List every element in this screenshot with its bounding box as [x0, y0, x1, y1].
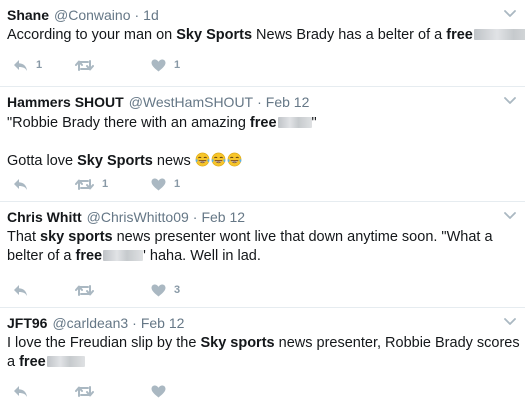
like-button[interactable]: 3 [151, 284, 180, 297]
tweet[interactable]: Hammers SHOUT @WestHamSHOUT · Feb 12 "Ro… [0, 86, 525, 201]
reply-icon [14, 284, 27, 296]
highlighted-term: sky sports [40, 229, 113, 245]
redacted-word [473, 29, 525, 40]
reply-button[interactable]: 1 [13, 59, 75, 72]
tweet-actions: 3 [13, 281, 180, 299]
text-segment: news presenter, Robbie Brady scores [274, 335, 520, 351]
reply-button[interactable] [13, 385, 75, 398]
text-segment: " [311, 115, 317, 131]
redacted-word [46, 356, 85, 367]
retweet-button[interactable] [75, 385, 151, 398]
like-button[interactable]: 1 [151, 59, 180, 72]
like-icon [151, 59, 166, 71]
like-icon [151, 284, 166, 296]
author-name[interactable]: JFT96 [7, 314, 47, 332]
author-name[interactable]: Shane [7, 6, 49, 24]
highlighted-term: free [249, 115, 277, 131]
tweet-text-line: I love the Freudian slip by the Sky spor… [7, 334, 525, 353]
author-name[interactable]: Hammers SHOUT [7, 93, 124, 111]
text-segment: I love the Freudian slip by the [7, 335, 201, 351]
reply-button[interactable] [13, 284, 75, 297]
tweet-text-line: That sky sports news presenter wont live… [7, 228, 525, 247]
tweet-text: That sky sports news presenter wont live… [7, 228, 525, 266]
tears-of-joy-emoji [211, 152, 226, 167]
caret-down-icon[interactable] [503, 6, 517, 20]
like-icon [151, 385, 166, 397]
text-segment: news [152, 153, 195, 169]
retweet-count: 1 [102, 178, 109, 190]
tweet-text-line: a free [7, 353, 525, 372]
tears-of-joy-emoji [227, 152, 242, 167]
author-handle[interactable]: @Conwaino [54, 6, 130, 24]
separator-dot: · [132, 315, 137, 331]
retweet-button[interactable]: 1 [75, 178, 151, 191]
tweet[interactable]: Chris Whitt @ChrisWhitto09 · Feb 12 That… [0, 201, 525, 307]
author-handle[interactable]: @carldean3 [52, 314, 128, 332]
redacted-word [103, 250, 144, 261]
text-segment: news presenter wont live that down anyti… [112, 229, 493, 245]
separator-dot: · [192, 209, 198, 225]
tweet-timestamp[interactable]: 1d [143, 6, 159, 24]
tweet-text: According to your man on Sky Sports News… [7, 26, 525, 45]
retweet-icon [75, 385, 94, 397]
text-segment: That [7, 229, 41, 245]
text-segment: belter of a [7, 248, 76, 264]
text-segment: "Robbie Brady there with an amazing [7, 115, 250, 131]
separator-dot: · [257, 94, 262, 110]
highlighted-term: Sky sports [200, 335, 275, 351]
tweet-text: I love the Freudian slip by the Sky spor… [7, 334, 525, 372]
text-segment: Gotta love [7, 153, 78, 169]
retweet-icon [75, 284, 94, 296]
tweet-text: "Robbie Brady there with an amazing free… [7, 114, 525, 171]
highlighted-term: Sky Sports [176, 27, 253, 43]
reply-icon [14, 385, 27, 397]
tweet[interactable]: JFT96 @carldean3 · Feb 12 I love the Fre… [0, 307, 525, 407]
caret-down-icon[interactable] [503, 208, 517, 222]
redacted-word [277, 117, 312, 128]
like-count: 3 [174, 284, 181, 296]
author-handle[interactable]: @WestHamSHOUT [129, 93, 253, 111]
tweet[interactable]: Shane @Conwaino · 1d According to your m… [0, 0, 525, 86]
reply-count: 1 [36, 59, 43, 71]
tweet-timestamp[interactable]: Feb 12 [141, 314, 185, 332]
tweet-actions: 1 1 [13, 56, 180, 74]
tweet-text-line [7, 133, 525, 152]
like-button[interactable] [151, 385, 174, 398]
text-segment: ' haha. Well in lad. [143, 248, 261, 264]
like-icon [151, 178, 166, 190]
tweet-text-line: "Robbie Brady there with an amazing free… [7, 114, 525, 133]
reply-icon [14, 178, 27, 190]
retweet-button[interactable] [75, 59, 151, 72]
tears-of-joy-emoji [195, 152, 210, 167]
search-results-feed: Shane @Conwaino · 1d According to your m… [0, 0, 525, 407]
text-segment: News Brady has a belter of a [252, 27, 447, 43]
tweet-text-line: belter of a free ' haha. Well in lad. [7, 247, 525, 266]
tweet-text-line: According to your man on Sky Sports News… [7, 26, 525, 45]
caret-down-icon[interactable] [503, 314, 517, 328]
highlighted-term: free [446, 27, 473, 43]
like-count: 1 [174, 59, 181, 71]
text-segment: According to your man on [7, 27, 177, 43]
tweet-actions [13, 382, 174, 400]
reply-button[interactable] [13, 178, 75, 191]
retweet-icon [75, 59, 94, 71]
retweet-icon [75, 178, 94, 190]
tweet-text-line: Gotta love Sky Sports news [7, 152, 525, 171]
like-button[interactable]: 1 [151, 178, 180, 191]
tweet-timestamp[interactable]: Feb 12 [266, 93, 310, 111]
reply-icon [14, 59, 27, 71]
highlighted-term: free [19, 354, 46, 370]
tweet-actions: 1 1 [13, 175, 180, 193]
caret-down-icon[interactable] [503, 93, 517, 107]
separator-dot: · [134, 7, 140, 23]
text-segment: a [7, 354, 20, 370]
highlighted-term: free [75, 248, 103, 264]
tweet-timestamp[interactable]: Feb 12 [201, 208, 245, 226]
like-count: 1 [174, 178, 181, 190]
retweet-button[interactable] [75, 284, 151, 297]
author-handle[interactable]: @ChrisWhitto09 [87, 208, 189, 226]
author-name[interactable]: Chris Whitt [7, 208, 82, 226]
highlighted-term: Sky Sports [77, 153, 153, 169]
